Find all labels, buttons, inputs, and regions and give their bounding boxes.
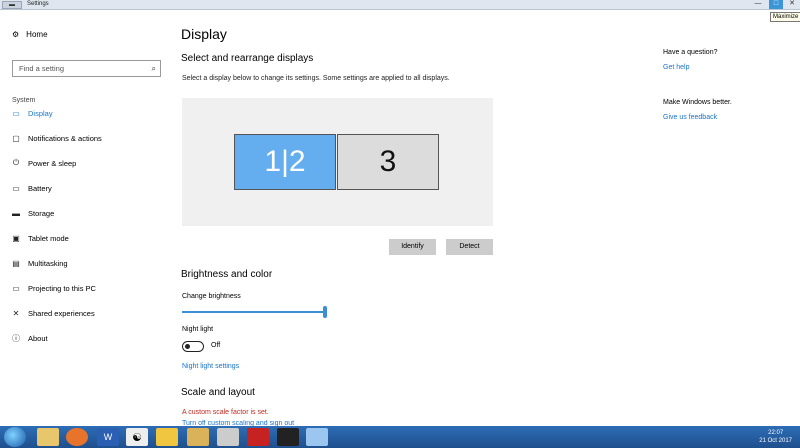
tools-app-icon[interactable]	[187, 428, 209, 446]
main-content: Display Select and rearrange displays Se…	[170, 10, 650, 426]
sidebar-item-label: Display	[28, 108, 53, 118]
section-label-system: System	[12, 97, 36, 104]
sidebar-item-label: Multitasking	[28, 258, 68, 268]
sidebar: ⚙ Home Find a setting ⌕ System ▭ Display…	[0, 10, 170, 426]
tablet-icon: ▣	[12, 233, 20, 243]
shared-icon: ✕	[12, 308, 20, 318]
notifications-icon: ▢	[12, 133, 20, 143]
info-icon: ⓘ	[12, 333, 20, 343]
sidebar-item-about[interactable]: ⓘ About	[12, 331, 48, 345]
maximize-tooltip: Maximize	[770, 12, 800, 22]
storage-icon: ▬	[12, 208, 20, 218]
monitor-3[interactable]: 3	[337, 134, 439, 190]
sidebar-item-label: Notifications & actions	[28, 133, 102, 143]
word-icon[interactable]: W	[97, 428, 119, 446]
maximize-button[interactable]: □	[769, 0, 783, 9]
sidebar-item-battery[interactable]: ▭ Battery	[12, 181, 52, 195]
multitasking-icon: ▤	[12, 258, 20, 268]
sidebar-item-shared-experiences[interactable]: ✕ Shared experiences	[12, 306, 95, 320]
display-arrangement-area[interactable]: 1|2 3	[182, 98, 493, 226]
home-label: Home	[26, 30, 48, 39]
night-light-state: Off	[211, 342, 221, 349]
window-title: Settings	[27, 1, 49, 7]
question-heading: Have a question?	[663, 49, 718, 56]
identify-button[interactable]: Identify	[389, 239, 436, 255]
sidebar-item-label: About	[28, 333, 48, 343]
arrange-description: Select a display below to change its set…	[182, 75, 450, 82]
sidebar-item-display[interactable]: ▭ Display	[12, 106, 53, 120]
start-button[interactable]	[4, 427, 26, 447]
sidebar-item-tablet-mode[interactable]: ▣ Tablet mode	[12, 231, 69, 245]
brightness-slider-thumb[interactable]	[323, 306, 327, 318]
night-light-toggle[interactable]	[182, 341, 204, 352]
detect-button[interactable]: Detect	[446, 239, 493, 255]
firefox-icon[interactable]	[66, 428, 88, 446]
scale-heading: Scale and layout	[181, 387, 255, 398]
clock-date: 21 Oct 2017	[759, 438, 792, 444]
brightness-slider-track[interactable]	[182, 311, 325, 313]
search-input[interactable]: Find a setting ⌕	[12, 60, 161, 77]
sidebar-item-label: Tablet mode	[28, 233, 69, 243]
minimize-button[interactable]: —	[748, 0, 768, 9]
clock-time: 22:07	[768, 430, 784, 436]
yin-yang-icon[interactable]: ☯	[126, 428, 148, 446]
sidebar-item-notifications[interactable]: ▢ Notifications & actions	[12, 131, 102, 145]
settings-app-icon[interactable]	[306, 428, 328, 446]
home-link[interactable]: ⚙ Home	[12, 30, 48, 39]
system-clock[interactable]: 22:07 21 Oct 2017	[759, 429, 792, 445]
brightness-label: Change brightness	[182, 293, 241, 300]
search-placeholder: Find a setting	[19, 64, 65, 73]
sidebar-item-label: Shared experiences	[28, 308, 95, 318]
project-icon: ▭	[12, 283, 20, 293]
toggle-knob	[185, 344, 190, 349]
media-app-icon[interactable]	[217, 428, 239, 446]
file-explorer-icon[interactable]	[37, 428, 59, 446]
feedback-heading: Make Windows better.	[663, 99, 732, 106]
system-menu-button[interactable]: ▬	[2, 1, 22, 9]
feedback-link[interactable]: Give us feedback	[663, 114, 717, 121]
brightness-heading: Brightness and color	[181, 269, 273, 280]
night-light-label: Night light	[182, 326, 214, 333]
monitor-1-2[interactable]: 1|2	[234, 134, 336, 190]
arrange-heading: Select and rearrange displays	[181, 53, 314, 64]
spider-app-icon[interactable]	[277, 428, 299, 446]
close-button[interactable]: ✕	[784, 0, 800, 9]
sidebar-item-label: Power & sleep	[28, 158, 77, 168]
sidebar-item-projecting[interactable]: ▭ Projecting to this PC	[12, 281, 96, 295]
sidebar-item-storage[interactable]: ▬ Storage	[12, 206, 54, 220]
taskbar: W ☯ 22:07 21 Oct 2017	[0, 426, 800, 448]
monitor-icon: ▭	[12, 108, 20, 118]
sidebar-item-label: Projecting to this PC	[28, 283, 96, 293]
night-light-settings-link[interactable]: Night light settings	[182, 363, 239, 370]
power-icon: ⏻	[12, 158, 20, 167]
notes-app-icon[interactable]	[156, 428, 178, 446]
scale-warning: A custom scale factor is set.	[182, 409, 269, 416]
sidebar-item-power[interactable]: ⏻ Power & sleep	[12, 156, 77, 170]
page-title: Display	[181, 26, 227, 42]
gear-icon: ⚙	[12, 30, 20, 39]
search-icon: ⌕	[151, 64, 156, 73]
sidebar-item-multitasking[interactable]: ▤ Multitasking	[12, 256, 68, 270]
sidebar-item-label: Storage	[28, 208, 55, 218]
puzzle-app-icon[interactable]	[247, 428, 269, 446]
get-help-link[interactable]: Get help	[663, 64, 689, 71]
battery-icon: ▭	[12, 183, 20, 193]
sidebar-item-label: Battery	[28, 183, 52, 193]
title-bar: ▬ Settings — □ ✕	[0, 0, 800, 10]
